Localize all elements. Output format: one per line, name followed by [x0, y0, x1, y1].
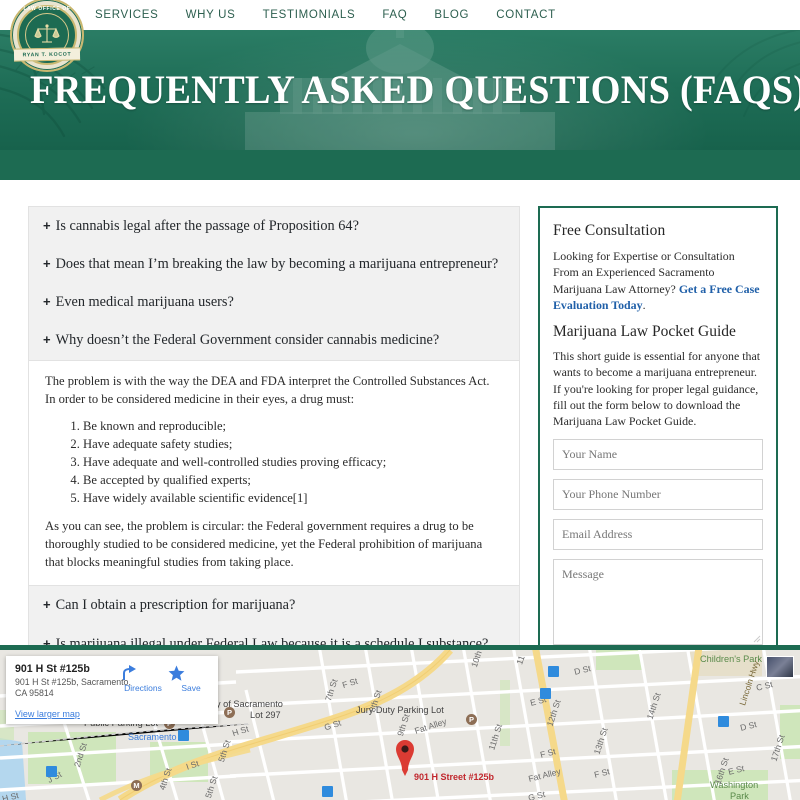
consultation-heading: Free Consultation: [553, 222, 666, 239]
criteria-item: Be accepted by qualified experts;: [83, 472, 503, 490]
transit-badge-icon: [540, 688, 551, 699]
phone-input[interactable]: [553, 478, 763, 510]
nav-item-why-us[interactable]: WHY US: [186, 9, 236, 21]
logo-name-text: RYAN T. KOCOT: [22, 51, 72, 58]
faq-answer-intro: The problem is with the way the DEA and …: [45, 373, 490, 406]
directions-label: Directions: [124, 683, 162, 693]
faq-question-5-text: Can I obtain a prescription for marijuan…: [55, 597, 296, 614]
faq-question-3[interactable]: + Even medical marijuana users?: [29, 283, 519, 321]
consultation-period: .: [642, 297, 646, 312]
transit-badge-icon: [178, 730, 189, 741]
page-root: LAW OFFICE OF RYAN T. KOCOT SERVICES WHY…: [0, 0, 800, 800]
map-card-address: 901 H St #125b, Sacramento, CA 95814: [15, 677, 131, 699]
directions-button[interactable]: Directions: [120, 665, 166, 693]
faq-accordion-top: + Is cannabis legal after the passage of …: [28, 206, 520, 702]
site-logo[interactable]: LAW OFFICE OF RYAN T. KOCOT: [10, 0, 84, 72]
criteria-item: Have adequate and well-controlled studie…: [83, 454, 503, 472]
plus-icon: +: [43, 294, 51, 310]
faq-question-1-text: Is cannabis legal after the passage of P…: [55, 218, 359, 234]
nav-item-blog[interactable]: BLOG: [434, 9, 469, 21]
faq-question-2-text: Does that mean I’m breaking the law by b…: [55, 256, 499, 273]
nav-item-faq[interactable]: FAQ: [382, 9, 407, 21]
hero-bottom-strip: [0, 150, 800, 180]
pocket-guide-heading: Marijuana Law Pocket Guide: [553, 323, 736, 341]
faq-answer-criteria-list: Be known and reproducible; Have adequate…: [45, 418, 503, 507]
map-street-view-thumbnail[interactable]: [766, 656, 794, 678]
plus-icon: +: [43, 332, 51, 348]
faq-answer-panel: The problem is with the way the DEA and …: [29, 359, 519, 587]
primary-navigation: SERVICES WHY US TESTIMONIALS FAQ BLOG CO…: [95, 9, 556, 21]
transit-badge-icon: [718, 716, 729, 727]
faq-question-4-text: Why doesn’t the Federal Government consi…: [55, 332, 440, 349]
view-larger-map-link[interactable]: View larger map: [15, 709, 80, 719]
faq-question-4[interactable]: + Why doesn’t the Federal Government cons…: [29, 321, 519, 359]
directions-icon: [123, 665, 136, 680]
save-button[interactable]: Save: [168, 665, 214, 693]
email-input[interactable]: [553, 518, 763, 550]
message-field-wrapper: [553, 558, 763, 645]
faq-question-5[interactable]: + Can I obtain a prescription for marijua…: [29, 586, 519, 624]
logo-name-band: RYAN T. KOCOT: [13, 47, 81, 62]
faq-question-2[interactable]: + Does that mean I’m breaking the law by …: [29, 245, 519, 283]
star-icon: [168, 665, 185, 681]
map-info-card: 901 H St #125b 901 H St #125b, Sacrament…: [6, 656, 218, 724]
transit-badge-icon: [548, 666, 559, 677]
map-embed[interactable]: Railroad Museum Public Parking Lot Sacra…: [0, 650, 800, 800]
parking-poi-icon: P: [466, 714, 477, 725]
plus-icon: +: [43, 218, 51, 233]
pocket-guide-text: This short guide is essential for anyone…: [553, 349, 761, 429]
parking-poi-icon: P: [224, 707, 235, 718]
map-label-lot-297: Lot 297: [250, 710, 281, 720]
plus-icon: +: [43, 256, 51, 272]
faq-question-1[interactable]: + Is cannabis legal after the passage of …: [29, 207, 519, 245]
criteria-item: Be known and reproducible;: [83, 418, 503, 436]
nav-item-testimonials[interactable]: TESTIMONIALS: [263, 9, 356, 21]
faq-question-3-text: Even medical marijuana users?: [55, 294, 234, 311]
hero-banner: FREQUENTLY ASKED QUESTIONS (FAQS): [0, 30, 800, 150]
transit-badge-icon: [322, 786, 333, 797]
free-consultation-panel: Free Consultation Looking for Expertise …: [538, 206, 778, 702]
criteria-item: Have adequate safety studies;: [83, 436, 503, 454]
nav-item-contact[interactable]: CONTACT: [496, 9, 556, 21]
museum-poi-icon: M: [131, 780, 142, 791]
header-bar: LAW OFFICE OF RYAN T. KOCOT SERVICES WHY…: [0, 0, 800, 72]
map-pin-label: 901 H Street #125b: [414, 772, 495, 782]
faq-answer-outro: As you can see, the problem is circular:…: [45, 518, 483, 569]
criteria-item: Have widely available scientific evidenc…: [83, 490, 503, 508]
consultation-text: Looking for Expertise or Consultation Fr…: [553, 248, 763, 313]
page-title: FREQUENTLY ASKED QUESTIONS (FAQS): [30, 67, 800, 112]
message-textarea[interactable]: [553, 558, 763, 645]
transit-badge-icon: [46, 766, 57, 777]
save-label: Save: [181, 683, 201, 693]
name-input[interactable]: [553, 438, 763, 470]
scales-of-justice-icon: [34, 24, 60, 43]
map-label-washington-park-2: Park: [730, 791, 749, 800]
plus-icon: +: [43, 597, 51, 613]
nav-item-services[interactable]: SERVICES: [95, 9, 159, 21]
logo-arc-text: LAW OFFICE OF: [23, 5, 71, 12]
map-label-sacramento-station: Sacramento: [128, 732, 177, 742]
